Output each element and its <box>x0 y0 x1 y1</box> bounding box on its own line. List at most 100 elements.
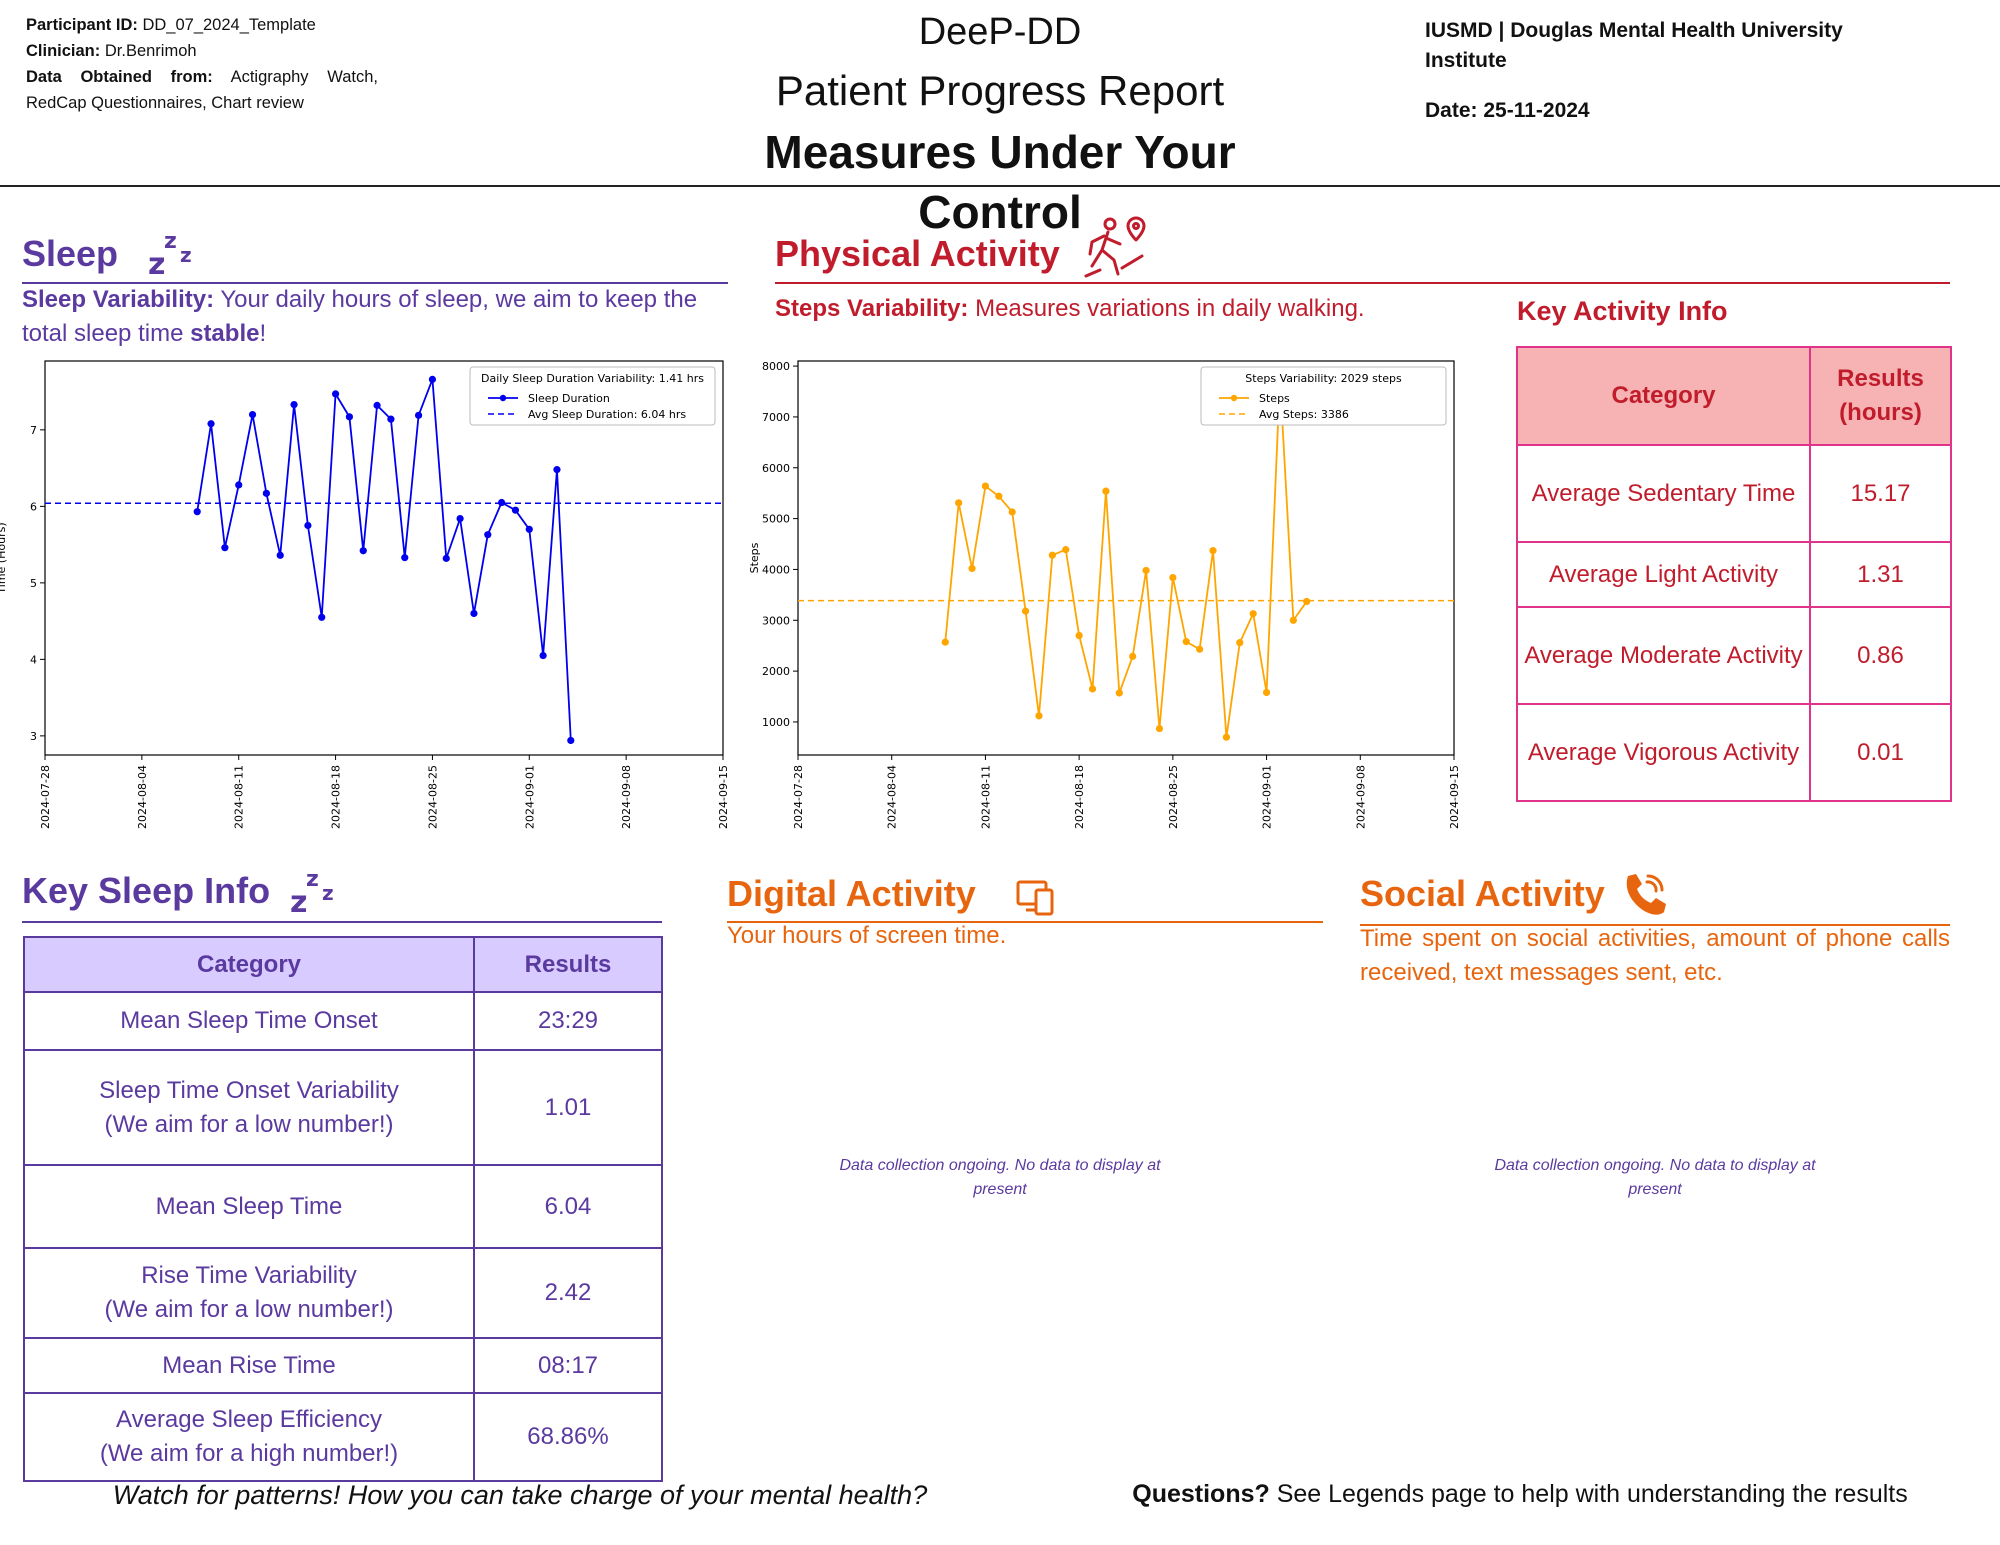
data-source-value: Actigraphy Watch, <box>230 68 378 86</box>
y-tick-label: 5000 <box>762 513 790 526</box>
y-axis-label: Steps <box>748 542 761 573</box>
activity-category: Average Moderate Activity <box>1516 606 1811 705</box>
data-point <box>221 544 229 552</box>
footer-questions: Questions? See Legends page to help with… <box>1090 1480 1950 1509</box>
table-row: Average Vigorous Activity 0.01 <box>1516 703 1952 802</box>
data-point <box>387 415 395 423</box>
table-row: Average Light Activity 1.31 <box>1516 541 1952 608</box>
table-header-row: Category Results (hours) <box>1516 346 1952 446</box>
sleep-value: 08:17 <box>473 1337 663 1394</box>
footer-questions-bold: Questions? <box>1132 1480 1270 1508</box>
x-tick-label: 2024-08-25 <box>1167 765 1180 829</box>
results-header: Results (hours) <box>1809 346 1952 446</box>
data-point <box>1169 573 1177 582</box>
svg-text:z: z <box>306 867 319 892</box>
table-row: Mean Sleep Time 6.04 <box>23 1164 663 1249</box>
clinician-label: Clinician: <box>26 42 101 60</box>
data-point <box>456 515 464 523</box>
data-source-value-2: RedCap Questionnaires, Chart review <box>26 94 304 112</box>
monitor-phone-icon <box>1016 876 1056 921</box>
y-tick-label: 2000 <box>762 665 790 678</box>
data-point <box>1129 652 1137 660</box>
sleep-desc-end: ! <box>259 320 267 347</box>
data-point <box>1222 733 1231 741</box>
institute-block: IUSMD | Douglas Mental Health University… <box>1425 16 1895 126</box>
report-metadata: Participant ID: DD_07_2024_Template Clin… <box>26 12 378 116</box>
data-point <box>248 410 257 419</box>
series-line <box>196 379 572 741</box>
data-point <box>304 521 312 530</box>
report-date: Date: 25-11-2024 <box>1425 99 1590 122</box>
data-point <box>1102 487 1110 495</box>
table-row: Mean Sleep Time Onset 23:29 <box>23 991 663 1051</box>
data-point <box>1249 610 1257 618</box>
table-row: Average Sedentary Time 15.17 <box>1516 444 1952 543</box>
footer-questions-text: See Legends page to help with understand… <box>1269 1480 1908 1508</box>
data-point <box>428 375 437 383</box>
activity-value: 15.17 <box>1809 444 1952 543</box>
data-point <box>345 413 354 421</box>
sleep-category: Average Sleep Efficiency (We aim for a h… <box>23 1392 475 1482</box>
data-point <box>968 564 976 573</box>
data-point <box>1209 547 1217 555</box>
physical-section-rule <box>775 282 1950 284</box>
sleep-duration-chart: 3 4 5 6 7 2024-07-28 2024-08-04 2024-08-11 2024-… <box>0 360 730 829</box>
zzz-icon: z z z <box>148 226 198 283</box>
data-point <box>1262 688 1271 697</box>
sleep-description: Sleep Variability: Your daily hours of s… <box>22 283 728 351</box>
x-tick-label: 2024-08-18 <box>330 765 343 829</box>
y-tick-label: 4000 <box>762 563 790 576</box>
data-point <box>553 466 561 474</box>
data-point <box>484 531 492 539</box>
y-tick-label: 3 <box>30 730 37 743</box>
x-tick-label: 2024-08-04 <box>886 765 899 829</box>
sleep-value: 2.42 <box>473 1247 663 1339</box>
data-point <box>1035 712 1043 720</box>
data-point <box>1289 616 1297 624</box>
data-source-label: Data Obtained from: <box>26 68 213 86</box>
legend-marker <box>499 394 507 402</box>
category-header: Category <box>23 936 475 993</box>
table-row: Average Moderate Activity 0.86 <box>1516 606 1952 705</box>
data-point <box>235 481 243 489</box>
legend-title: Steps Variability: 2029 steps <box>1245 372 1402 385</box>
participant-value: DD_07_2024_Template <box>142 16 316 34</box>
sleep-value: 23:29 <box>473 991 663 1051</box>
data-point <box>525 525 533 533</box>
data-point <box>1021 607 1030 615</box>
data-point <box>331 390 340 398</box>
legend-entry: Steps <box>1259 392 1290 405</box>
data-point <box>414 411 423 419</box>
steps-chart: 1000 2000 3000 4000 5000 6000 7000 8000 2024-07-… <box>748 360 1461 829</box>
key-sleep-title: Key Sleep Info <box>22 870 271 911</box>
digital-description: Your hours of screen time. <box>727 922 1007 949</box>
x-tick-label: 2024-09-01 <box>1261 765 1274 829</box>
activity-category: Average Vigorous Activity <box>1516 703 1811 802</box>
data-point <box>1236 639 1244 647</box>
data-point <box>290 401 298 409</box>
data-point <box>1142 566 1150 575</box>
y-tick-label: 1000 <box>762 716 790 729</box>
data-point <box>955 499 963 507</box>
x-tick-label: 2024-09-08 <box>1354 765 1367 829</box>
data-point <box>470 609 478 618</box>
data-point <box>1303 597 1311 606</box>
social-no-data-message: Data collection ongoing. No data to disp… <box>1494 1157 1816 1198</box>
data-point <box>276 551 284 559</box>
data-point <box>359 547 367 555</box>
data-point <box>567 736 575 745</box>
physical-desc-text: Measures variations in daily walking. <box>968 295 1365 322</box>
y-tick-label: 8000 <box>762 360 790 373</box>
physical-section-title: Physical Activity <box>775 233 1060 274</box>
sleep-value: 68.86% <box>473 1392 663 1482</box>
data-point <box>1196 645 1204 653</box>
svg-text:z: z <box>290 885 307 916</box>
physical-description: Steps Variability: Measures variations i… <box>775 292 1495 326</box>
x-tick-label: 2024-08-11 <box>233 765 246 829</box>
social-description: Time spent on social activities, amount … <box>1360 925 1950 986</box>
data-point <box>373 401 381 409</box>
table-row: Rise Time Variability (We aim for a low … <box>23 1247 663 1339</box>
data-point <box>941 638 949 646</box>
legend-entry: Sleep Duration <box>528 392 610 405</box>
sleep-value: 6.04 <box>473 1164 663 1249</box>
